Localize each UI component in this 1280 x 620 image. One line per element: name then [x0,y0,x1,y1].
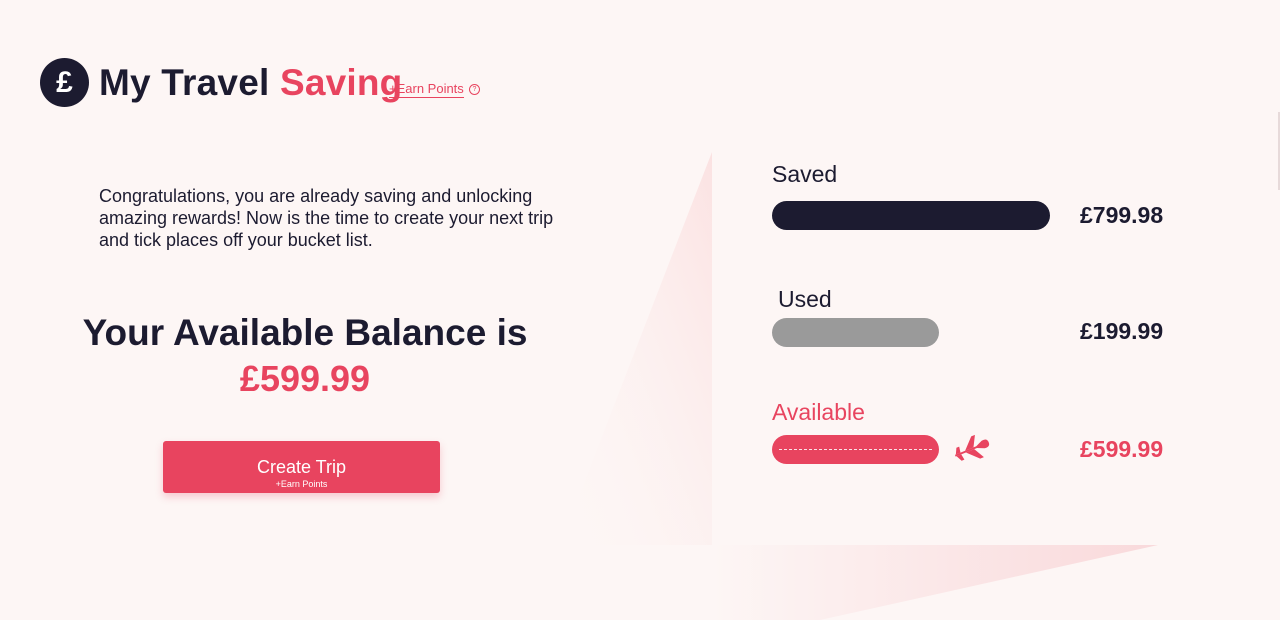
earn-points-link[interactable]: +Earn Points [389,81,464,98]
saved-amount: £799.98 [1080,202,1164,228]
create-trip-label: Create Trip [256,457,347,477]
pound-logo-icon: £ [40,58,89,107]
create-trip-sublabel: +Earn Points [275,479,328,489]
available-amount: £599.99 [1080,436,1164,462]
intro-text: Congratulations, you are already saving … [99,186,554,250]
balance-amount: £599.99 [239,358,371,399]
title-part-accent: Saving [279,62,403,103]
saved-label: Saved [772,161,838,187]
help-icon[interactable]: ? [469,84,480,95]
used-bar [772,318,939,347]
saved-bar [772,201,1050,230]
available-bar [772,435,939,464]
available-label: Available [772,399,865,425]
used-label: Used [778,286,832,312]
create-trip-button[interactable]: Create Trip +Earn Points [163,441,440,493]
page-title: My Travel Saving [99,62,402,104]
airplane-icon [954,434,990,461]
balance-title: Your Available Balance is [82,312,528,353]
title-part-main: My Travel [99,62,270,103]
used-amount: £199.99 [1080,318,1164,344]
